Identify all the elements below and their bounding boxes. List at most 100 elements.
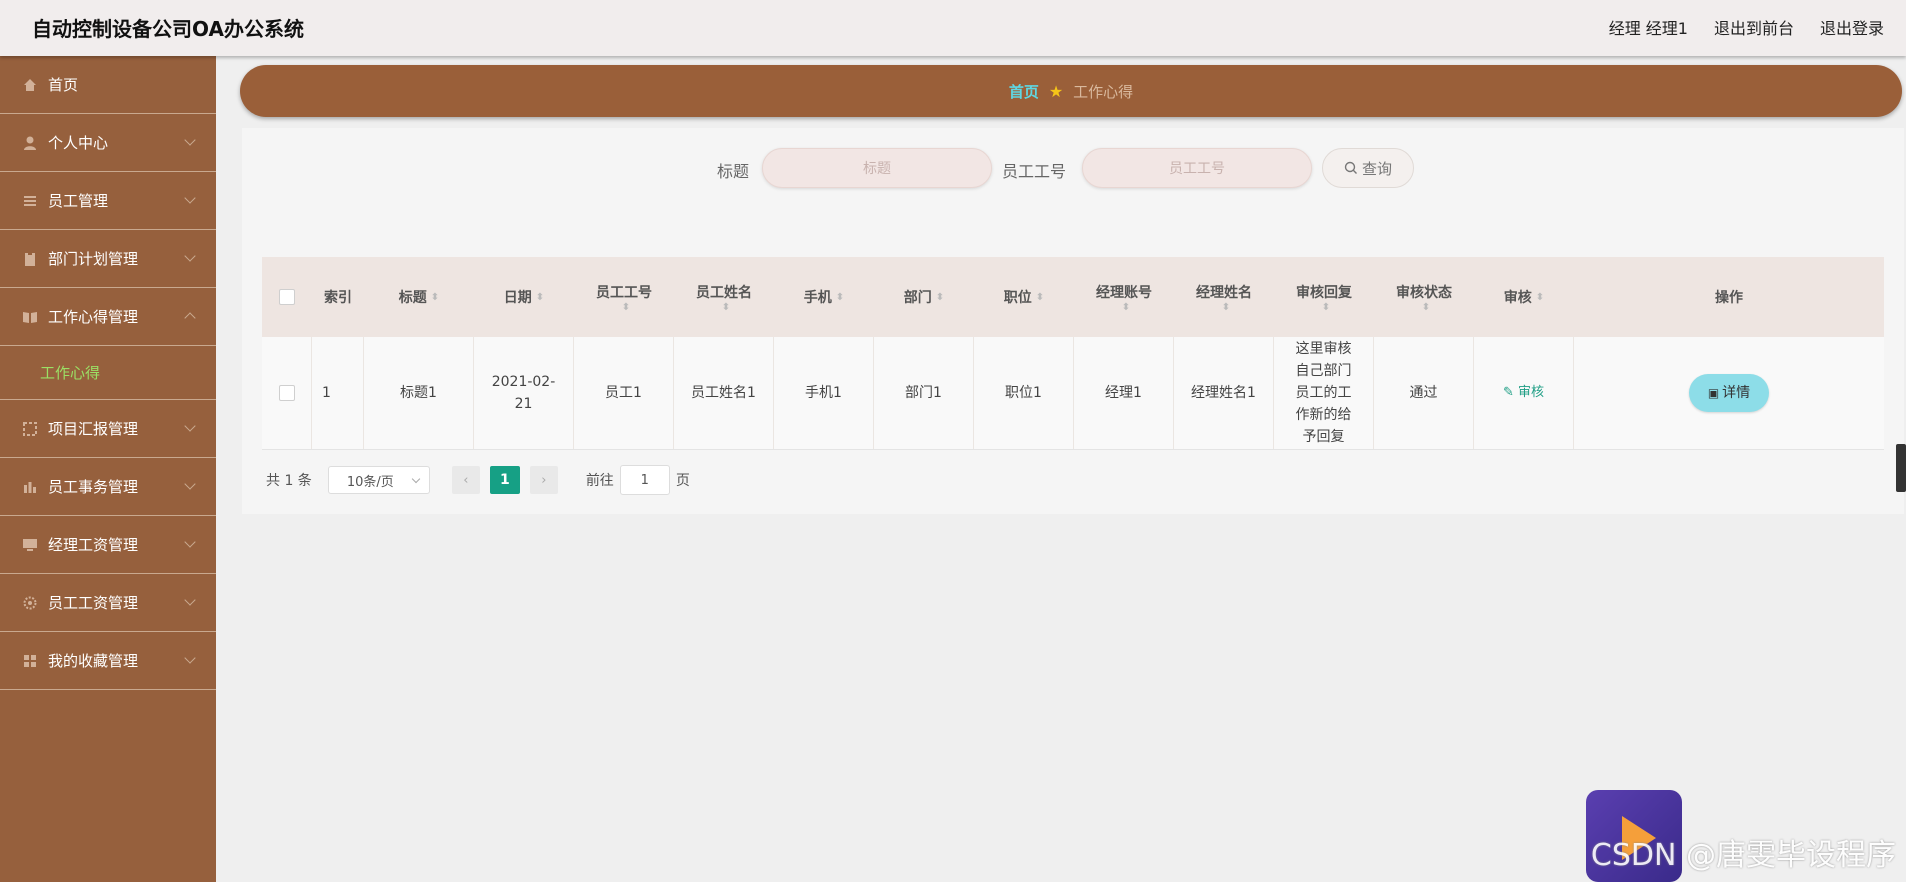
- cell-mgr-name: 经理姓名1: [1174, 337, 1274, 449]
- frame-icon: [23, 421, 37, 436]
- sidebar-item-project-report[interactable]: 项目汇报管理: [0, 400, 216, 458]
- next-page-button[interactable]: ›: [529, 466, 558, 494]
- gear-icon: [23, 596, 37, 609]
- cell-audit: ✎ 审核: [1474, 337, 1574, 449]
- book-icon: [23, 311, 37, 323]
- sidebar-item-dept-plan[interactable]: 部门计划管理: [0, 230, 216, 288]
- col-audit[interactable]: 审核 ⬍: [1474, 257, 1574, 337]
- col-emp-no-label: 员工工号: [596, 284, 652, 301]
- clipboard-icon: [25, 251, 35, 266]
- table-row: 1 标题1 2021-02-21 员工1 员工姓名1 手机1 部门1 职位1 经…: [262, 337, 1884, 450]
- app-title: 自动控制设备公司OA办公系统: [32, 17, 304, 41]
- sort-icon[interactable]: ⬍: [1322, 302, 1330, 313]
- main-panel: 标题 标题 员工工号 员工工号 查询 索引 标题 ⬍ 日期 ⬍ 员工工号 ⬍ 员工姓名…: [242, 128, 1904, 514]
- exit-to-frontend-link[interactable]: 退出到前台: [1714, 15, 1794, 39]
- col-position[interactable]: 职位 ⬍: [974, 257, 1074, 337]
- sidebar-item-personal-center[interactable]: 个人中心: [0, 114, 216, 172]
- page-size-select[interactable]: 10条/页: [327, 466, 430, 494]
- title-search-label: 标题: [717, 162, 750, 181]
- sidebar-item-label: 工作心得管理: [48, 308, 139, 326]
- col-phone-label: 手机: [803, 290, 832, 306]
- sidebar-item-label: 部门计划管理: [48, 250, 139, 268]
- sidebar-item-employee-affairs[interactable]: 员工事务管理: [0, 458, 216, 516]
- sort-icon[interactable]: ⬍: [1036, 292, 1044, 303]
- detail-icon: ▣: [1707, 386, 1720, 400]
- chevron-down-icon: [184, 134, 196, 146]
- sidebar-item-label: 项目汇报管理: [48, 420, 139, 438]
- breadcrumb-home[interactable]: 首页: [1009, 81, 1039, 102]
- col-actions-label: 操作: [1715, 290, 1743, 306]
- sort-icon[interactable]: ⬍: [1422, 302, 1430, 313]
- logout-link[interactable]: 退出登录: [1820, 15, 1884, 39]
- sort-icon[interactable]: ⬍: [1536, 292, 1544, 303]
- current-user[interactable]: 经理 经理1: [1609, 15, 1688, 39]
- sidebar-item-label: 经理工资管理: [48, 536, 139, 554]
- cell-status: 通过: [1374, 337, 1474, 449]
- list-icon: [24, 195, 36, 206]
- chart-icon: [24, 481, 36, 493]
- col-title[interactable]: 标题 ⬍: [364, 257, 474, 337]
- sidebar-item-label: 员工管理: [48, 192, 109, 210]
- sidebar-item-label: 首页: [48, 76, 79, 94]
- select-all-checkbox[interactable]: [279, 289, 295, 305]
- sidebar-item-favorites[interactable]: 我的收藏管理: [0, 632, 216, 690]
- sidebar-item-employee-salary[interactable]: 员工工资管理: [0, 574, 216, 632]
- chevron-up-icon: [184, 312, 196, 324]
- scrollbar-thumb[interactable]: [1896, 444, 1906, 492]
- col-mgr-name[interactable]: 经理姓名 ⬍: [1174, 257, 1274, 337]
- sidebar-subitem-work-notes[interactable]: 工作心得: [0, 346, 216, 400]
- cell-reply: 这里审核自己部门员工的工作新的给予回复: [1274, 337, 1374, 449]
- col-mgr-account-label: 经理账号: [1096, 284, 1152, 301]
- top-right-menu: 经理 经理1 退出到前台 退出登录: [1609, 15, 1884, 39]
- prev-page-button[interactable]: ‹: [451, 466, 480, 494]
- col-dept[interactable]: 部门 ⬍: [874, 257, 974, 337]
- col-reply[interactable]: 审核回复 ⬍: [1274, 257, 1374, 337]
- edit-icon: ✎: [1502, 385, 1518, 400]
- chevron-down-icon: [184, 420, 196, 432]
- query-button-label: 查询: [1361, 159, 1392, 178]
- col-index[interactable]: 索引: [312, 257, 364, 337]
- col-date[interactable]: 日期 ⬍: [474, 257, 574, 337]
- cell-date: 2021-02-21: [474, 337, 574, 449]
- user-icon: [24, 136, 36, 150]
- goto-page-input[interactable]: 1: [619, 465, 670, 495]
- page-size-value: 10条/页: [346, 474, 394, 490]
- col-mgr-account[interactable]: 经理账号 ⬍: [1074, 257, 1174, 337]
- cell-dept: 部门1: [874, 337, 974, 449]
- current-page[interactable]: 1: [489, 466, 520, 494]
- col-emp-name[interactable]: 员工姓名 ⬍: [674, 257, 774, 337]
- audit-link[interactable]: ✎ 审核: [1503, 382, 1544, 404]
- sort-icon[interactable]: ⬍: [936, 292, 944, 303]
- goto-label: 前往: [585, 473, 614, 489]
- emp-no-search-input[interactable]: 员工工号: [1082, 148, 1312, 188]
- sort-icon[interactable]: ⬍: [536, 292, 544, 303]
- sidebar-item-home[interactable]: 首页: [0, 56, 216, 114]
- home-icon: [24, 78, 36, 91]
- sort-icon[interactable]: ⬍: [836, 292, 844, 303]
- sidebar-item-employee[interactable]: 员工管理: [0, 172, 216, 230]
- detail-button[interactable]: ▣ 详情: [1689, 374, 1769, 412]
- sort-icon[interactable]: ⬍: [622, 302, 630, 313]
- col-dept-label: 部门: [903, 290, 932, 306]
- col-status[interactable]: 审核状态 ⬍: [1374, 257, 1474, 337]
- row-checkbox[interactable]: [278, 385, 295, 401]
- row-checkbox-cell: [262, 337, 312, 449]
- sidebar-item-work-notes[interactable]: 工作心得管理: [0, 288, 216, 346]
- col-audit-label: 审核: [1503, 290, 1532, 306]
- col-actions: 操作: [1574, 257, 1884, 337]
- sort-icon[interactable]: ⬍: [722, 302, 730, 313]
- sort-icon[interactable]: ⬍: [431, 292, 439, 303]
- query-button[interactable]: 查询: [1322, 148, 1414, 188]
- col-emp-no[interactable]: 员工工号 ⬍: [574, 257, 674, 337]
- sidebar-item-label: 员工工资管理: [48, 594, 139, 612]
- sort-icon[interactable]: ⬍: [1222, 302, 1230, 313]
- select-all-checkbox-cell: [262, 257, 312, 337]
- cell-emp-no: 员工1: [574, 337, 674, 449]
- sidebar-item-label: 我的收藏管理: [48, 652, 139, 670]
- title-search-input[interactable]: 标题: [762, 148, 992, 188]
- sidebar-item-manager-salary[interactable]: 经理工资管理: [0, 516, 216, 574]
- col-title-label: 标题: [398, 290, 427, 306]
- sort-icon[interactable]: ⬍: [1122, 302, 1130, 313]
- col-phone[interactable]: 手机 ⬍: [774, 257, 874, 337]
- col-reply-label: 审核回复: [1296, 284, 1352, 301]
